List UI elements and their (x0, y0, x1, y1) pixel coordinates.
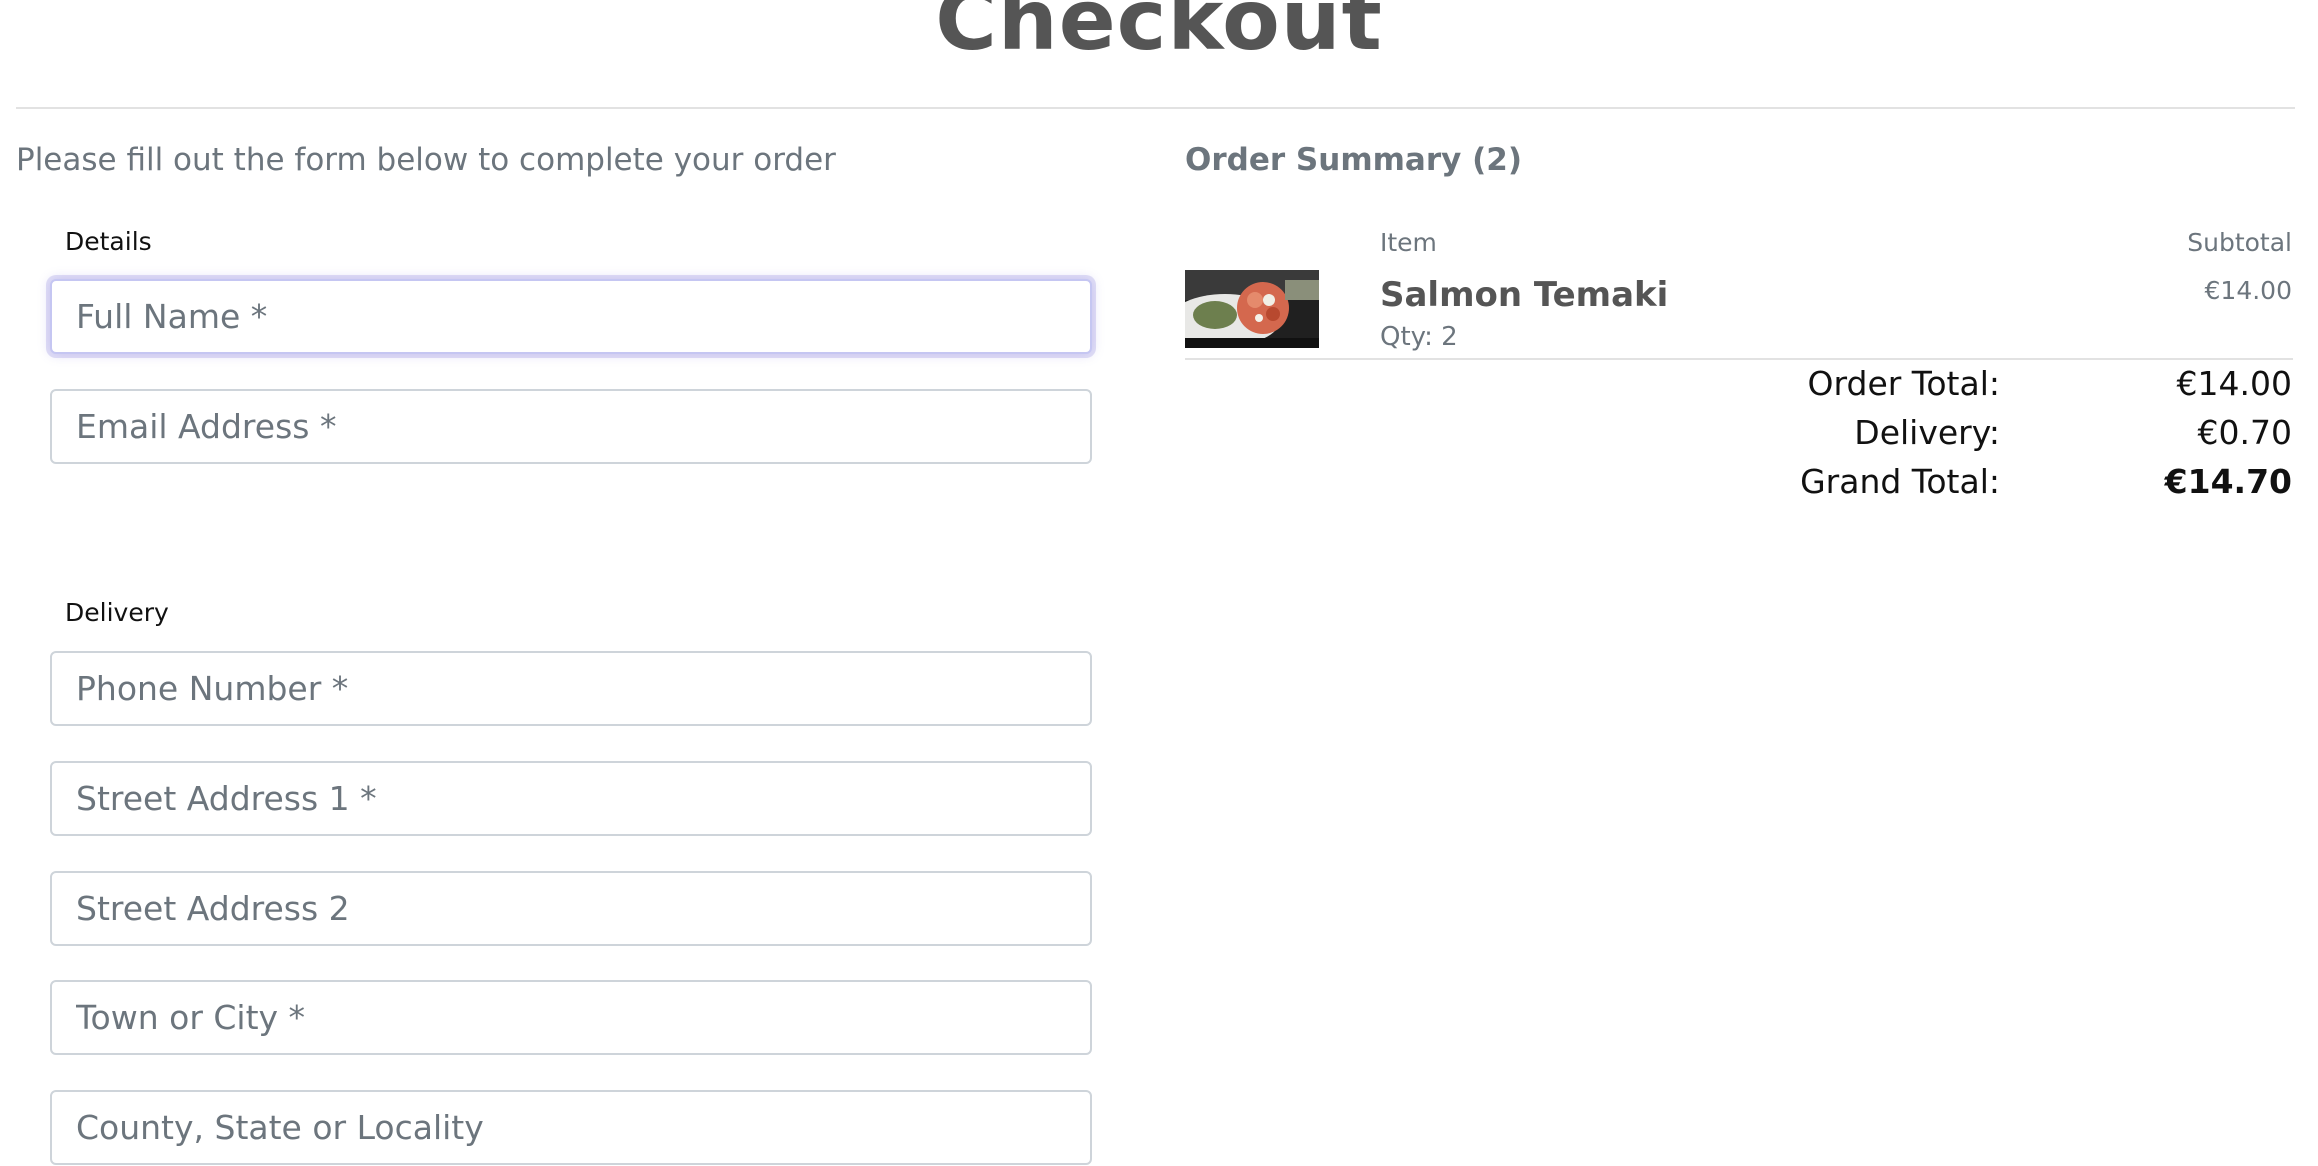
page-title: Checkout (935, 0, 1383, 69)
grand-total-label: Grand Total: (1800, 462, 2000, 501)
delivery-cost-label: Delivery: (1854, 413, 2000, 452)
delivery-legend: Delivery (65, 598, 169, 627)
item-quantity: Qty: 2 (1380, 322, 1458, 352)
checkout-page: Checkout Please fill out the form below … (0, 0, 2318, 1166)
item-column-header: Item (1380, 228, 1437, 257)
summary-divider (1185, 358, 2293, 360)
salmon-temaki-image (1185, 270, 1319, 348)
town-or-city-input[interactable] (50, 980, 1092, 1055)
title-divider (16, 107, 2295, 109)
email-input[interactable] (50, 389, 1092, 464)
item-name: Salmon Temaki (1380, 275, 1669, 315)
order-total-value: €14.00 (2176, 364, 2292, 403)
phone-number-input[interactable] (50, 651, 1092, 726)
street-address-2-input[interactable] (50, 871, 1092, 946)
details-legend: Details (65, 227, 152, 256)
grand-total-value: €14.70 (2164, 462, 2292, 501)
full-name-input[interactable] (50, 279, 1092, 354)
order-summary-title: Order Summary (2) (1185, 142, 1523, 178)
form-instructions: Please fill out the form below to comple… (16, 142, 836, 178)
county-input[interactable] (50, 1090, 1092, 1165)
delivery-cost-value: €0.70 (2197, 413, 2292, 452)
order-total-label: Order Total: (1807, 364, 2000, 403)
subtotal-column-header: Subtotal (2187, 228, 2292, 257)
product-thumbnail (1185, 270, 1319, 348)
item-subtotal: €14.00 (2204, 276, 2292, 305)
street-address-1-input[interactable] (50, 761, 1092, 836)
